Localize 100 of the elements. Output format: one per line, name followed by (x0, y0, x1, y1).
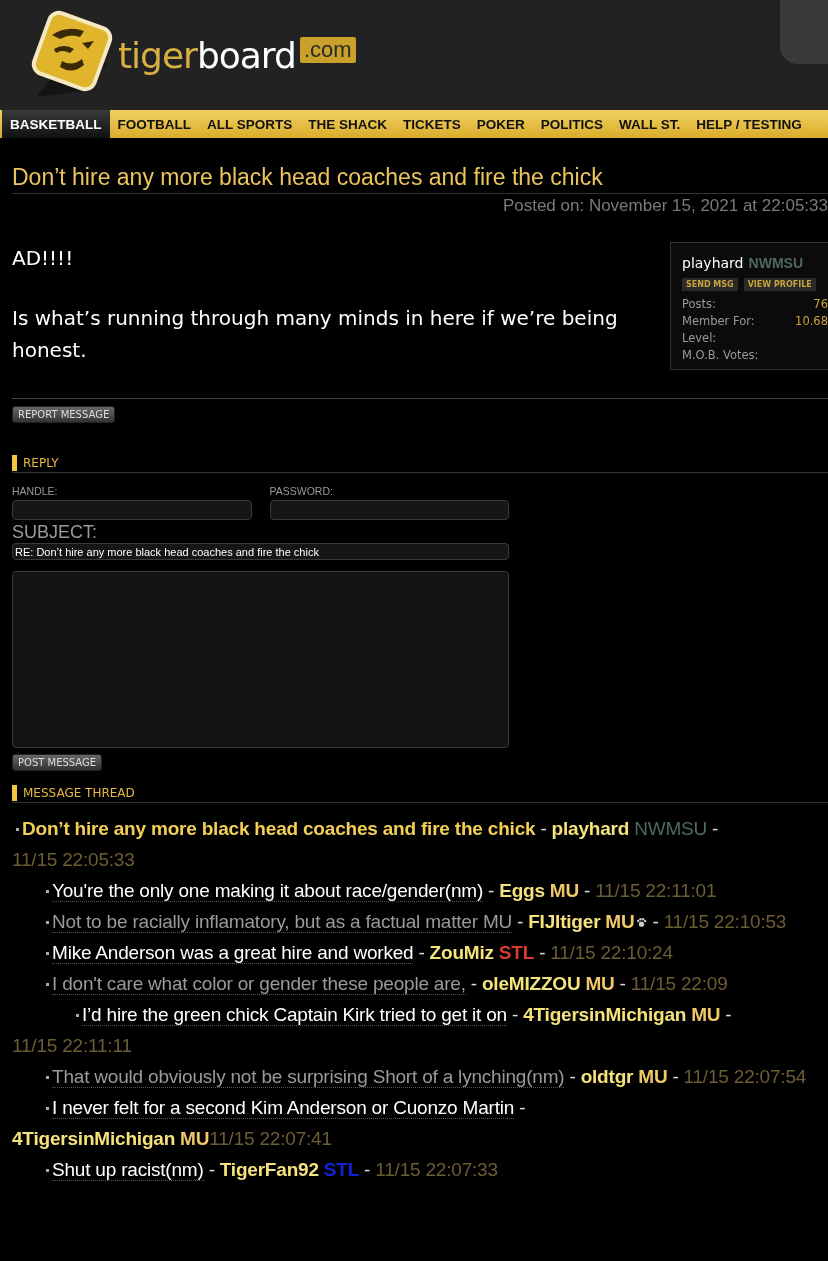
separator: - (208, 1159, 215, 1180)
separator: - (512, 1004, 519, 1025)
author-team-label: MU (585, 973, 615, 994)
separator: - (584, 880, 591, 901)
author-team-label: MU (691, 1004, 721, 1025)
stat-label: Member For: (682, 313, 756, 330)
posted-date: Posted on: November 15, 2021 at 22:05:33 (501, 196, 828, 216)
nav-tab[interactable]: FOOTBALL (109, 110, 199, 138)
message-field[interactable] (12, 571, 509, 748)
post-title: Don’t hire any more black head coaches and fire the chick (12, 164, 828, 194)
separator: - (725, 1004, 732, 1025)
bullet-icon (46, 952, 49, 956)
bullet-icon (46, 921, 49, 925)
author-name[interactable]: FIJItiger (528, 911, 601, 932)
author-team-label: NWMSU (634, 818, 707, 839)
thread-link[interactable]: I don't care what color or gender these people are, (52, 973, 466, 995)
bullet-icon (76, 1014, 79, 1018)
author-name[interactable]: ZouMiz (429, 942, 494, 963)
separator: - (517, 911, 524, 932)
thread-link[interactable]: That would obviously not be surprising Short of a lynching(nm) (52, 1066, 565, 1088)
thread-link[interactable]: You're the only one making it about race/gender(nm) (52, 880, 484, 902)
nav-tab[interactable]: POKER (468, 110, 533, 138)
bullet-icon (46, 983, 49, 987)
profile-button[interactable]: SEND MSG (682, 278, 738, 291)
nav-tab[interactable]: TICKETS (395, 110, 469, 138)
stat-label: Posts: (682, 296, 717, 313)
thread-link[interactable]: I never felt for a second Kim Anderson or Cuonzo Martin (52, 1097, 515, 1119)
separator: - (539, 942, 546, 963)
user-team-label: NWMSU (748, 255, 804, 271)
subject-field[interactable]: RE: Don’t hire any more black head coaches and fire the chick (12, 543, 509, 560)
thread-link[interactable]: Mike Anderson was a great hire and worked (52, 942, 414, 964)
separator: - (470, 973, 477, 994)
bullet-icon (46, 1107, 49, 1111)
post-time: 11/15 22:07:33 (375, 1159, 498, 1180)
password-field[interactable] (269, 500, 509, 520)
bullet-icon (46, 1169, 49, 1173)
logo-text: tiger (118, 34, 197, 76)
separator: - (488, 880, 495, 901)
author-name[interactable]: 4TigersinMichigan (12, 1128, 176, 1149)
stat-value: 76 (813, 296, 828, 313)
author-team-label: MU (605, 911, 635, 932)
section-marker (12, 455, 17, 471)
field-label: PASSWORD: (269, 485, 334, 497)
author-name[interactable]: Eggs (499, 880, 545, 901)
author-name[interactable]: TigerFan92 (219, 1159, 319, 1180)
stat-label: M.O.B. Votes: (682, 347, 760, 364)
section-title: MESSAGE THREAD (23, 786, 135, 800)
stat-label: Level: (682, 330, 718, 347)
section-marker (12, 785, 17, 801)
nav-tab[interactable]: BASKETBALL (2, 110, 110, 138)
username[interactable]: playhard (682, 255, 744, 271)
separator: - (672, 1066, 679, 1087)
post-time: 11/15 22:05:33 (12, 849, 135, 870)
post-time: 11/15 22:10:24 (550, 942, 673, 963)
author-team-label: STL (323, 1159, 360, 1180)
separator: - (418, 942, 425, 963)
bullet-icon (46, 1076, 49, 1080)
post-time: 11/15 22:11:01 (595, 880, 717, 901)
post-time: 11/15 22:07:54 (683, 1066, 807, 1087)
separator: - (712, 818, 719, 839)
post-time: 11/15 22:07:41 (209, 1128, 332, 1149)
author-team-label: MU (180, 1128, 210, 1149)
nav-tab[interactable]: POLITICS (532, 110, 612, 138)
separator: - (619, 973, 626, 994)
separator: - (519, 1097, 526, 1118)
nav-tab[interactable]: ALL SPORTS (199, 110, 301, 138)
thread-link[interactable]: I’d hire the green chick Captain Kirk tried to get it on (82, 1004, 507, 1026)
nav-tab[interactable]: THE SHACK (300, 110, 396, 138)
handle-field[interactable] (12, 500, 252, 520)
post-time: 11/15 22:11:11 (12, 1035, 132, 1056)
post-text: Is what’s running through many minds in here if we’re being honest. (12, 305, 619, 364)
thread-link[interactable]: Don’t hire any more black head coaches and fire the chick (22, 818, 536, 839)
report-button[interactable]: REPORT MESSAGE (12, 406, 116, 423)
post-time: 11/15 22:10:53 (663, 911, 787, 932)
post-time: 11/15 22:09 (630, 973, 728, 994)
post-text: AD!!!! (12, 245, 75, 272)
author-team-label: STL (498, 942, 535, 963)
thread-link[interactable]: Not to be racially inflamatory, but as a factual matter MU (52, 911, 513, 933)
field-label: HANDLE: (12, 485, 59, 497)
author-name[interactable]: oleMIZZOU (481, 973, 581, 994)
bullet-icon (46, 890, 49, 894)
nav-tab[interactable]: HELP / TESTING (688, 110, 810, 138)
author-name[interactable]: playhard (551, 818, 630, 839)
author-name[interactable]: oldtgr (580, 1066, 634, 1087)
separator: - (364, 1159, 371, 1180)
author-team-label: MU (549, 880, 579, 901)
separator: - (569, 1066, 576, 1087)
section-title: REPLY (23, 456, 59, 470)
nav-tab[interactable]: WALL ST. (611, 110, 689, 138)
header-panel (780, 0, 828, 64)
stat-value: 10.68 (795, 313, 828, 330)
author-name[interactable]: 4TigersinMichigan (523, 1004, 687, 1025)
separator: - (652, 911, 659, 932)
post-button[interactable]: POST MESSAGE (12, 754, 103, 771)
separator: - (540, 818, 547, 839)
profile-button[interactable]: VIEW PROFILE (743, 278, 816, 291)
thread-link[interactable]: Shut up racist(nm) (52, 1159, 204, 1181)
bullet-icon (16, 828, 19, 832)
author-team-label: MU (638, 1066, 668, 1087)
logo-suffix: .com (299, 37, 356, 63)
